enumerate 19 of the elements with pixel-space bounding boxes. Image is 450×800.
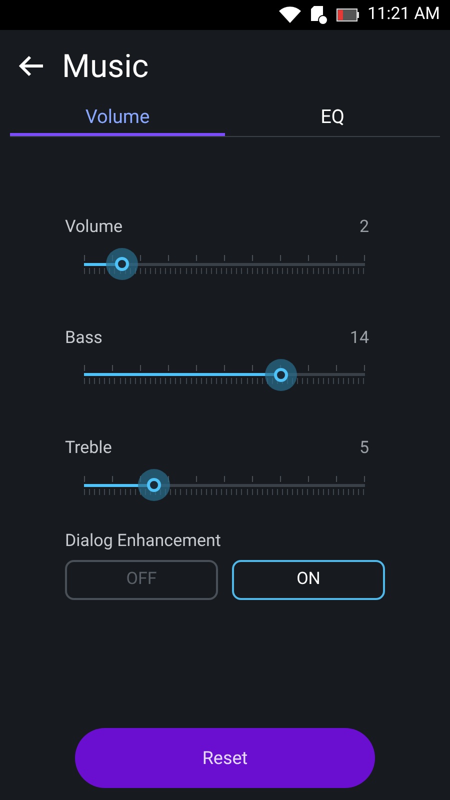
slider-label: Treble (65, 437, 112, 460)
slider-thumb[interactable] (138, 469, 170, 501)
slider-value: 14 (350, 326, 369, 350)
tab[interactable]: EQ (225, 102, 440, 136)
slider-thumb[interactable] (264, 358, 297, 390)
clock: 11:21 AM (368, 3, 440, 26)
section-label: Dialog Enhancement (65, 530, 222, 552)
tab[interactable]: Volume (10, 102, 225, 136)
slider-value: 2 (359, 216, 369, 239)
sd-card-icon (310, 5, 328, 25)
slider-value: 5 (359, 437, 369, 460)
wifi-icon (278, 6, 302, 24)
slider-label: Volume (65, 216, 123, 239)
battery-icon (336, 8, 360, 22)
slider-thumb[interactable] (106, 248, 138, 280)
page-title: Music (62, 46, 149, 87)
slider-label: Bass (65, 326, 102, 350)
reset-button[interactable]: Reset (75, 728, 375, 788)
toggle-option[interactable]: ON (232, 560, 385, 600)
